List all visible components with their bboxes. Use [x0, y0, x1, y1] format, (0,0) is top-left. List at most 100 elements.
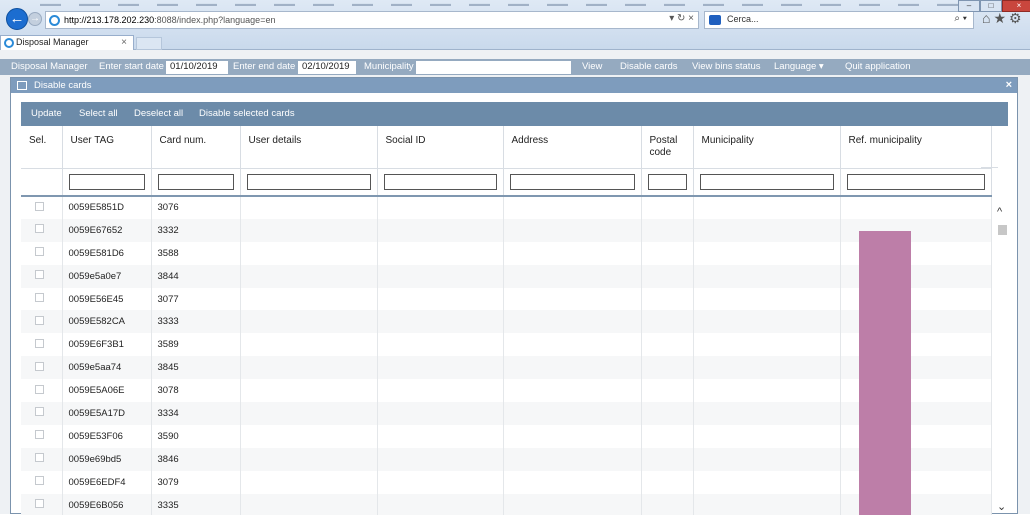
row-checkbox[interactable] — [35, 270, 44, 280]
table-row[interactable]: 0059E581D6 3588 — [21, 241, 992, 265]
table-row[interactable]: 0059E6F3B1 3589 — [21, 333, 992, 357]
column-header[interactable]: User TAG — [62, 126, 152, 169]
filter-cell — [377, 168, 504, 197]
browser-search-box[interactable]: Cerca... ⌕ ▾ — [704, 11, 974, 29]
column-header[interactable]: Postal code — [641, 126, 694, 169]
user-tag-cell: 0059E56E45 — [62, 287, 152, 311]
browser-menu-item: ▬▬▬ — [235, 1, 256, 8]
column-header[interactable]: Ref. municipality — [840, 126, 992, 169]
cards-grid: Sel. User TAG Card num. User details Social … — [21, 126, 1008, 515]
filter-cell — [151, 168, 241, 197]
disable-cards-menu[interactable]: Disable cards — [620, 59, 678, 75]
table-row[interactable]: 0059E53F06 3590 — [21, 424, 992, 448]
empty-cell — [641, 379, 694, 403]
row-checkbox[interactable] — [35, 407, 44, 417]
table-row[interactable]: 0059E56E45 3077 — [21, 287, 992, 311]
refresh-icon[interactable]: ▾ ↻ × — [669, 13, 694, 24]
row-checkbox[interactable] — [35, 361, 44, 371]
table-row[interactable]: 0059E5A06E 3078 — [21, 379, 992, 403]
column-header[interactable]: Social ID — [377, 126, 504, 169]
chevron-down-icon[interactable]: ⌄ — [997, 500, 1006, 513]
row-checkbox[interactable] — [35, 453, 44, 463]
forward-button[interactable]: → — [28, 12, 42, 26]
row-checkbox[interactable] — [35, 430, 44, 440]
empty-cell — [377, 470, 504, 494]
column-filter-input[interactable] — [509, 173, 635, 190]
view-menu[interactable]: View — [582, 59, 602, 75]
column-filter-input[interactable] — [647, 173, 687, 190]
address-bar[interactable]: http://213.178.202.230:8088/index.php?la… — [45, 11, 699, 29]
table-row[interactable]: 0059e5aa74 3845 — [21, 356, 992, 380]
column-header[interactable]: Sel. — [21, 126, 63, 169]
row-checkbox[interactable] — [35, 293, 44, 302]
search-icon[interactable]: ⌕ ▾ — [954, 13, 967, 24]
row-checkbox[interactable] — [35, 476, 44, 486]
table-row[interactable]: 0059e5a0e7 3844 — [21, 264, 992, 288]
select-cell — [21, 379, 63, 403]
new-tab-button[interactable] — [136, 37, 162, 50]
language-menu[interactable]: Language ▾ — [774, 59, 824, 75]
empty-cell — [503, 218, 642, 242]
scroll-up-icon[interactable]: ^ — [997, 206, 1002, 218]
empty-cell — [240, 310, 378, 334]
column-header[interactable]: User details — [240, 126, 378, 169]
column-header[interactable]: Municipality — [693, 126, 841, 169]
minimize-button[interactable]: – — [958, 0, 980, 12]
browser-menu-item: ▬▬▬ — [118, 1, 139, 8]
back-button[interactable]: ← — [6, 8, 28, 30]
table-row[interactable]: 0059E5A17D 3334 — [21, 402, 992, 425]
empty-cell — [377, 493, 504, 515]
row-checkbox[interactable] — [35, 247, 44, 257]
update-button[interactable]: Update — [31, 102, 62, 126]
home-favorites-settings-icons[interactable]: ⌂★⚙ — [982, 10, 1025, 27]
table-row[interactable]: 0059E6EDF4 3079 — [21, 470, 992, 494]
row-checkbox[interactable] — [35, 201, 44, 211]
column-filter-input[interactable] — [846, 173, 985, 190]
empty-cell — [377, 356, 504, 380]
row-checkbox[interactable] — [35, 384, 44, 394]
table-row[interactable]: 0059E67652 3332 — [21, 218, 992, 242]
column-filter-input[interactable] — [246, 173, 371, 190]
browser-tab[interactable]: Disposal Manager × — [0, 35, 134, 50]
user-tag-cell: 0059E6B056 — [62, 493, 152, 515]
scroll-thumb[interactable] — [998, 225, 1007, 235]
empty-cell — [240, 356, 378, 380]
row-checkbox[interactable] — [35, 315, 44, 325]
select-cell — [21, 447, 63, 471]
row-checkbox[interactable] — [35, 224, 44, 234]
empty-cell — [641, 218, 694, 242]
table-row[interactable]: 0059E582CA 3333 — [21, 310, 992, 334]
column-filter-input[interactable] — [68, 173, 145, 190]
select-all-button[interactable]: Select all — [79, 102, 118, 126]
quit-menu[interactable]: Quit application — [845, 59, 910, 75]
app-area: Disposal Manager Enter start date 01/10/… — [0, 50, 1030, 515]
row-checkbox[interactable] — [35, 499, 44, 509]
url-text[interactable]: http://213.178.202.230:8088/index.php?la… — [64, 14, 275, 26]
table-row[interactable]: 0059E6B056 3335 — [21, 493, 992, 515]
empty-cell — [641, 196, 694, 219]
disable-selected-button[interactable]: Disable selected cards — [199, 102, 295, 126]
column-filter-input[interactable] — [157, 173, 234, 190]
column-header[interactable]: Card num. — [151, 126, 241, 169]
column-filter-input[interactable] — [383, 173, 497, 190]
column-filter-input[interactable] — [699, 173, 834, 190]
column-header[interactable]: Address — [503, 126, 642, 169]
tab-close-icon[interactable]: × — [121, 36, 127, 49]
empty-cell — [240, 447, 378, 471]
vertical-scrollbar[interactable]: ^ ⌄ — [997, 78, 1009, 515]
empty-cell — [693, 310, 841, 334]
empty-cell — [240, 264, 378, 288]
card-num-cell: 3333 — [151, 310, 241, 334]
view-bins-menu[interactable]: View bins status — [692, 59, 760, 75]
table-row[interactable]: 0059E5851D 3076 — [21, 196, 992, 219]
empty-cell — [377, 241, 504, 265]
row-checkbox[interactable] — [35, 338, 44, 348]
start-date-input[interactable]: 01/10/2019 — [166, 61, 228, 74]
table-row[interactable]: 0059e69bd5 3846 — [21, 447, 992, 471]
municipality-input[interactable] — [416, 61, 571, 74]
deselect-all-button[interactable]: Deselect all — [134, 102, 183, 126]
empty-cell — [377, 287, 504, 311]
browser-menu-item: ▬▬▬ — [196, 1, 217, 8]
empty-cell — [641, 356, 694, 380]
end-date-input[interactable]: 02/10/2019 — [298, 61, 356, 74]
